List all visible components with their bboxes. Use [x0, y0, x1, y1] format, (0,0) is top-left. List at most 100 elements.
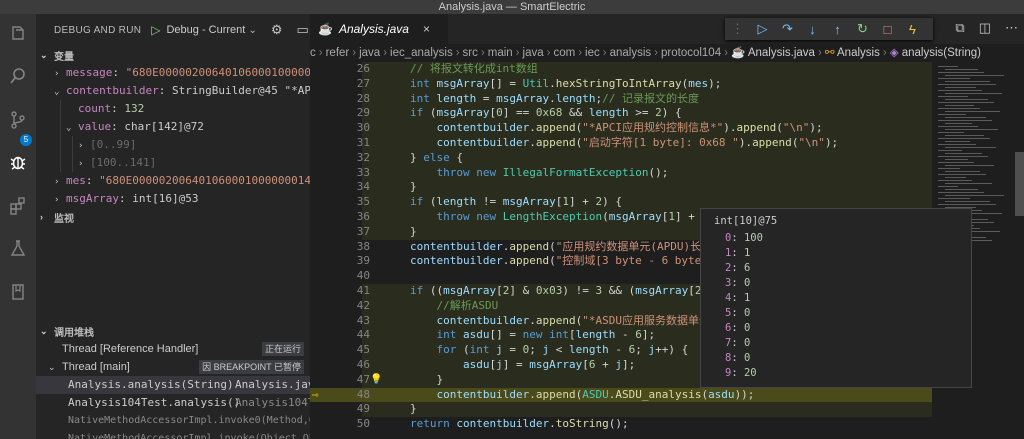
testing-flask-icon[interactable] [6, 236, 30, 260]
variable-row[interactable]: › [0..99] [36, 136, 310, 154]
code-line[interactable]: 28 int length = msgArray.length;// 记录报文的长… [310, 92, 932, 107]
explorer-icon[interactable] [6, 22, 30, 46]
stop-icon[interactable]: □ [875, 22, 900, 37]
variable-row[interactable]: ›message: "680E0000020064010600010000000… [36, 64, 310, 82]
variable-row[interactable]: › msgArray: int[16]@53 [36, 190, 310, 208]
debug-icon[interactable] [6, 150, 30, 174]
search-icon[interactable] [6, 64, 30, 88]
extensions-icon[interactable] [6, 194, 30, 218]
variable-value: char[142]@72 [124, 120, 204, 133]
code-line[interactable]: 27 int msgArray[] = Util.hexStringToIntAr… [310, 77, 932, 92]
code-line[interactable]: 29 if (msgArray[0] == 0x68 && length >= 2… [310, 106, 932, 121]
breadcrumb-item[interactable]: Analysis.java [748, 47, 815, 59]
breadcrumb-item[interactable]: analysis(String) [902, 47, 981, 59]
more-actions-icon[interactable]: ⋯ [1005, 20, 1018, 36]
start-debugging-icon[interactable]: ▷ [151, 23, 160, 37]
variables-section-header[interactable]: ⌄ 变量 [36, 46, 310, 64]
breadcrumb-separator-icon: › [352, 47, 357, 59]
current-line-arrow-icon[interactable]: ⇨ [312, 388, 319, 403]
chevron-right-icon[interactable]: › [54, 173, 66, 191]
code-line[interactable]: 32} else { [310, 151, 932, 166]
colon: : [731, 367, 744, 379]
drag-handle-icon[interactable]: ⋮ [725, 21, 750, 37]
chevron-down-icon[interactable]: ⌄ [248, 25, 256, 36]
close-icon[interactable]: × [423, 22, 430, 36]
lightbulb-icon[interactable]: 💡 [370, 373, 382, 388]
hover-array-entry[interactable]: 5: 0 [725, 306, 750, 320]
breadcrumb-item[interactable]: iec [585, 47, 600, 59]
hover-array-entry[interactable]: 3: 0 [725, 276, 750, 290]
hover-array-entry[interactable]: 9: 20 [725, 366, 757, 380]
variable-row[interactable]: ⌄contentbuilder: StringBuilder@45 "*APCI… [36, 82, 310, 100]
hot-code-replace-icon[interactable]: ϟ [900, 22, 925, 37]
breadcrumb-item[interactable]: java [359, 47, 380, 59]
thread-row[interactable]: ⌄ Thread [main] 因 BREAKPOINT 已暂停 [36, 358, 310, 376]
hover-array-entry[interactable]: 1: 1 [725, 246, 750, 260]
restart-icon[interactable]: ↻ [850, 21, 875, 37]
breadcrumb-item[interactable]: analysis [610, 47, 652, 59]
bookmark-icon[interactable] [6, 280, 30, 304]
launch-config-select[interactable]: Debug - Current F [166, 24, 248, 36]
hover-array-entry[interactable]: 8: 0 [725, 351, 750, 365]
thread-row[interactable]: Thread [Reference Handler] 正在运行 [36, 340, 310, 358]
step-over-icon[interactable]: ↷ [775, 21, 800, 37]
breadcrumb-item[interactable]: com [553, 47, 575, 59]
variable-row[interactable]: count: 132 [36, 100, 310, 118]
breadcrumb-separator-icon: › [318, 47, 323, 59]
variable-row[interactable]: › [100..141] [36, 154, 310, 172]
variable-row[interactable]: ⌄ value: char[142]@72 [36, 118, 310, 136]
code-line[interactable]: 31 contentbuilder.append("启动字符[1 byte]: … [310, 136, 932, 151]
callstack-section-header[interactable]: ⌄ 调用堆栈 [36, 322, 310, 340]
code-line[interactable]: 30 contentbuilder.append("*APCI应用规约控制信息*… [310, 121, 932, 136]
code-line[interactable]: 34} [310, 180, 932, 195]
stack-frame-row[interactable]: Analysis104Test.analysis()Analysis104Te… [36, 394, 310, 412]
code-line[interactable]: 26 // 将报文转化成int数组 [310, 62, 932, 77]
hover-array-entry[interactable]: 7: 0 [725, 336, 750, 350]
hover-array-entry[interactable]: 6: 0 [725, 321, 750, 335]
breadcrumb-item[interactable]: Analysis [837, 47, 880, 59]
code-line[interactable]: 50 return contentbuilder.toString(); [310, 417, 932, 432]
stack-frame-row[interactable]: NativeMethodAccessorImpl.invoke0(Method,… [36, 412, 310, 430]
minimap-line [938, 96, 968, 97]
code-line[interactable]: 48 contentbuilder.append(ASDU.ASDU_analy… [310, 387, 932, 403]
indent-guide [60, 136, 61, 154]
line-number: 36 [356, 210, 370, 223]
step-into-icon[interactable]: ↓ [800, 22, 825, 37]
source-control-icon[interactable] [6, 108, 30, 132]
chevron-right-icon[interactable]: › [54, 191, 66, 209]
code-line[interactable]: 49} [310, 402, 932, 417]
chevron-down-icon[interactable]: ⌄ [54, 83, 66, 101]
gear-icon[interactable]: ⚙ [271, 22, 283, 38]
code-text: } [410, 224, 417, 238]
method-icon: ◈ [889, 47, 902, 59]
breadcrumb-item[interactable]: refer [326, 47, 350, 59]
tab-analysis-java[interactable]: ☕ Analysis.java × [310, 14, 448, 44]
stack-frame-row[interactable]: NativeMethodAccessorImpl.invoke(Object,O… [36, 430, 310, 439]
chevron-down-icon[interactable]: ⌄ [48, 358, 62, 376]
step-out-icon[interactable]: ↑ [825, 22, 850, 37]
breadcrumb-item[interactable]: iec_analysis [390, 47, 453, 59]
stack-frame-row[interactable]: Analysis.analysis(String)Analysis.java [36, 376, 310, 394]
continue-icon[interactable]: ▷ [750, 21, 775, 37]
debug-console-icon[interactable]: ▭ [297, 22, 309, 38]
vertical-scrollbar[interactable] [1015, 152, 1024, 216]
breadcrumb-item[interactable]: java [523, 47, 544, 59]
chevron-right-icon[interactable]: › [54, 65, 66, 83]
breadcrumb-separator-icon: › [882, 47, 887, 59]
chevron-right-icon[interactable]: › [78, 155, 90, 173]
hover-array-entry[interactable]: 0: 100 [725, 231, 763, 245]
code-line[interactable]: 33 throw new IllegalFormatException(); [310, 166, 932, 181]
breadcrumb-item[interactable]: protocol104 [661, 47, 721, 59]
open-changes-icon[interactable]: ⧉ [955, 20, 964, 36]
variable-row[interactable]: › mes: "680E000002006401060001000000014" [36, 172, 310, 190]
hover-array-entry[interactable]: 4: 1 [725, 291, 750, 305]
breadcrumb-item[interactable]: src [463, 47, 478, 59]
chevron-right-icon[interactable]: › [78, 137, 90, 155]
breadcrumb-item[interactable]: main [488, 47, 513, 59]
watch-section-header[interactable]: › 监视 [36, 208, 310, 226]
breadcrumb-item[interactable]: c [310, 47, 316, 59]
hover-array-entry[interactable]: 2: 6 [725, 261, 750, 275]
variable-value: 132 [124, 102, 145, 115]
split-editor-icon[interactable]: ◫ [979, 20, 991, 36]
chevron-down-icon[interactable]: ⌄ [66, 119, 78, 137]
